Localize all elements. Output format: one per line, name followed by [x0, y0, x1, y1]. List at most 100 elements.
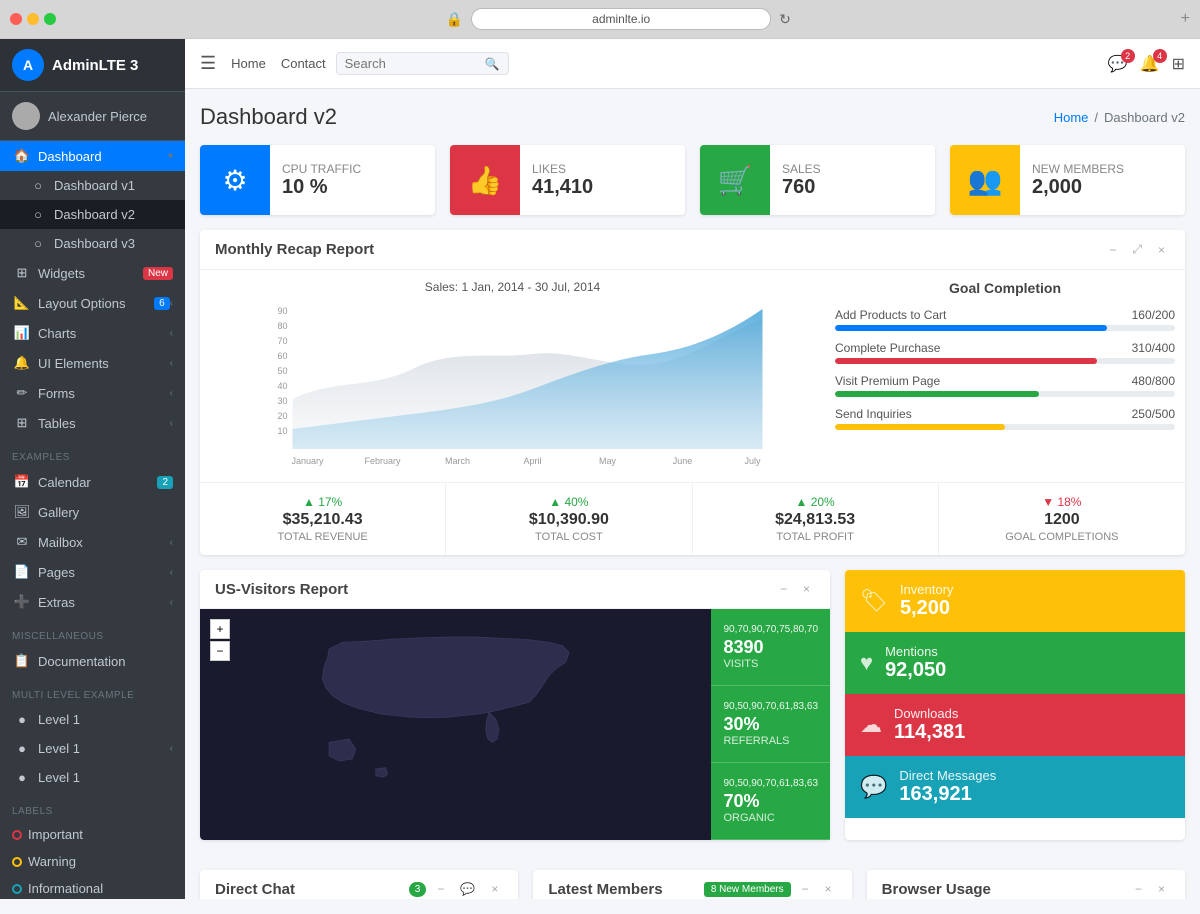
topbar-contact-link[interactable]: Contact: [281, 56, 326, 71]
widget-mentions[interactable]: ♥ Mentions 92,050: [845, 632, 1185, 694]
sidebar-item-pages[interactable]: 📄 Pages ‹: [0, 557, 185, 587]
label-important[interactable]: Important: [0, 821, 185, 848]
chevron-icon: ‹: [170, 567, 173, 578]
widget-inventory[interactable]: 🏷 Inventory 5,200: [845, 570, 1185, 632]
close-button[interactable]: ×: [1153, 241, 1170, 259]
reload-icon[interactable]: ↻: [779, 11, 791, 28]
sidebar-item-dashboard-v1[interactable]: ○ Dashboard v1: [0, 171, 185, 200]
stat-change: ▲ 20%: [708, 495, 923, 509]
zoom-out-button[interactable]: −: [210, 641, 230, 661]
sidebar-item-ui[interactable]: 🔔 UI Elements ‹: [0, 348, 185, 378]
breadcrumb-home-link[interactable]: Home: [1054, 110, 1089, 125]
card-title: Direct Chat: [215, 881, 295, 898]
svg-text:January: January: [291, 456, 324, 466]
breadcrumb: Home / Dashboard v2: [1054, 110, 1185, 125]
sidebar-item-label: Dashboard: [38, 149, 168, 164]
expand-button[interactable]: ⤢: [1127, 240, 1147, 259]
stat-label: TOTAL COST: [461, 531, 676, 543]
stat-value: $35,210.43: [215, 511, 430, 529]
sidebar-item-forms[interactable]: ✏ Forms ‹: [0, 378, 185, 408]
close-button[interactable]: ×: [486, 880, 503, 898]
sidebar-item-dashboard-v3[interactable]: ○ Dashboard v3: [0, 229, 185, 258]
widget-label: Mentions: [885, 644, 946, 659]
sidebar-item-calendar[interactable]: 📅 Calendar 2: [0, 467, 185, 497]
topbar-right: 💬 2 🔔 4 ⊞: [1108, 54, 1185, 74]
stat-change: ▲ 40%: [461, 495, 676, 509]
goal-label: Complete Purchase: [835, 341, 940, 355]
search-input[interactable]: [345, 56, 485, 71]
mailbox-icon: ✉: [12, 534, 32, 550]
svg-text:July: July: [744, 456, 761, 466]
minimize-button[interactable]: −: [1130, 880, 1147, 898]
card-tools: − ×: [775, 580, 815, 598]
sidebar-item-tables[interactable]: ⊞ Tables ‹: [0, 408, 185, 438]
expand-button[interactable]: 💬: [455, 880, 480, 898]
minimize-button[interactable]: −: [797, 880, 814, 898]
sidebar-item-label: Forms: [38, 386, 170, 401]
widget-downloads[interactable]: ☁ Downloads 114,381: [845, 694, 1185, 756]
close-button[interactable]: ×: [798, 580, 815, 598]
cpu-icon: ⚙: [200, 145, 270, 215]
info-box-value: 2,000: [1032, 176, 1124, 199]
docs-icon: 📋: [12, 653, 32, 669]
sidebar-item-dashboard-v2[interactable]: ○ Dashboard v2: [0, 200, 185, 229]
toggle-icon[interactable]: ☰: [200, 53, 216, 74]
stat-change: ▲ 17%: [215, 495, 430, 509]
chart-area: Sales: 1 Jan, 2014 - 30 Jul, 2014 90 80 …: [210, 280, 815, 472]
label-info[interactable]: Informational: [0, 875, 185, 899]
new-badge: New: [143, 267, 173, 280]
us-visitors-card: US-Visitors Report − × + −: [200, 570, 830, 840]
sidebar-item-gallery[interactable]: 🖼 Gallery: [0, 497, 185, 527]
info-box-likes: 👍 Likes 41,410: [450, 145, 685, 215]
goal-bar-fill: [835, 358, 1097, 364]
sidebar: A AdminLTE 3 Alexander Pierce 🏠 Dashboar…: [0, 39, 185, 899]
chevron-icon: ‹: [170, 743, 173, 754]
sidebar-item-charts[interactable]: 📊 Charts ‹: [0, 318, 185, 348]
widget-content: Inventory 5,200: [900, 582, 953, 620]
minimize-dot[interactable]: [27, 13, 39, 25]
sidebar-item-extras[interactable]: ➕ Extras ‹: [0, 587, 185, 617]
multi-section-label: MULTI LEVEL EXAMPLE: [0, 682, 185, 705]
heart-icon: ♥: [860, 650, 873, 676]
sidebar-item-level1b[interactable]: ● Level 1 ‹: [0, 734, 185, 763]
sidebar-item-mailbox[interactable]: ✉ Mailbox ‹: [0, 527, 185, 557]
minimize-button[interactable]: −: [775, 580, 792, 598]
svg-text:40: 40: [278, 381, 288, 391]
sidebar-item-level1a[interactable]: ● Level 1: [0, 705, 185, 734]
close-dot[interactable]: [10, 13, 22, 25]
search-icon: 🔍: [485, 57, 500, 71]
circle-icon: ○: [28, 236, 48, 251]
topbar-home-link[interactable]: Home: [231, 56, 266, 71]
card-title: US-Visitors Report: [215, 581, 348, 598]
chevron-icon: ‹: [170, 537, 173, 548]
label-warning[interactable]: Warning: [0, 848, 185, 875]
sidebar-item-level1c[interactable]: ● Level 1: [0, 763, 185, 792]
sidebar-item-label: Calendar: [38, 475, 157, 490]
sidebar-item-layout[interactable]: 📐 Layout Options 6 ‹: [0, 288, 185, 318]
chat-badge: 3: [409, 882, 427, 897]
topbar-search[interactable]: 🔍: [336, 52, 509, 75]
close-button[interactable]: ×: [1153, 880, 1170, 898]
svg-text:90: 90: [278, 306, 288, 316]
sidebar-item-widgets[interactable]: ⊞ Widgets New: [0, 258, 185, 288]
sidebar-item-label: Dashboard v2: [54, 207, 173, 222]
close-button[interactable]: ×: [820, 880, 837, 898]
minimize-button[interactable]: −: [432, 880, 449, 898]
messages-button[interactable]: 💬 2: [1108, 54, 1128, 74]
card-title: Latest Members: [548, 881, 662, 898]
sidebar-item-dashboard[interactable]: 🏠 Dashboard ▾: [0, 141, 185, 171]
maximize-dot[interactable]: [44, 13, 56, 25]
widget-content: Downloads 114,381: [894, 706, 965, 744]
sidebar-item-docs[interactable]: 📋 Documentation: [0, 646, 185, 676]
card-tools: 8 New Members − ×: [704, 880, 837, 898]
notifications-button[interactable]: 🔔 4: [1140, 54, 1160, 74]
zoom-in-button[interactable]: +: [210, 619, 230, 639]
widget-messages[interactable]: 💬 Direct Messages 163,921: [845, 756, 1185, 818]
apps-button[interactable]: ⊞: [1172, 54, 1185, 74]
browser-address-bar: 🔒 adminlte.io ↻: [56, 8, 1181, 30]
minimize-button[interactable]: −: [1104, 241, 1121, 259]
new-tab-icon[interactable]: +: [1181, 10, 1190, 28]
url-bar[interactable]: adminlte.io: [471, 8, 771, 30]
bottom-row: Direct Chat 3 − 💬 × Alexander Pierce: [200, 870, 1185, 899]
direct-chat-card: Direct Chat 3 − 💬 × Alexander Pierce: [200, 870, 518, 899]
